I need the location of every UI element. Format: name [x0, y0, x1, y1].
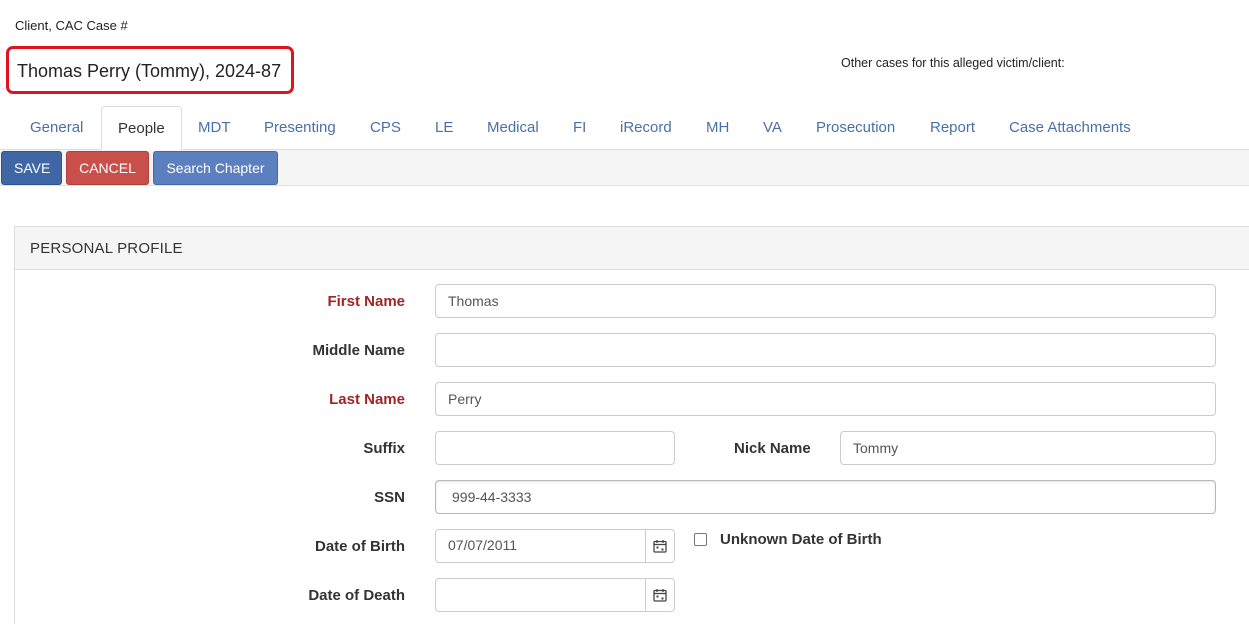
tab-presenting[interactable]: Presenting — [248, 106, 352, 150]
middle-name-field[interactable] — [435, 333, 1216, 367]
tab-people[interactable]: People — [101, 106, 182, 151]
panel-title: PERSONAL PROFILE — [30, 240, 183, 257]
tab-le[interactable]: LE — [419, 106, 469, 150]
other-cases-label: Other cases for this alleged victim/clie… — [841, 56, 1065, 70]
ssn-field[interactable]: 999-44-3333 — [435, 480, 1216, 514]
dod-picker — [435, 578, 675, 612]
panel-heading: PERSONAL PROFILE — [15, 227, 1249, 270]
tab-case-attachments[interactable]: Case Attachments — [993, 106, 1147, 150]
dod-label: Date of Death — [308, 587, 405, 604]
tab-report[interactable]: Report — [914, 106, 991, 150]
nick-name-field[interactable]: Tommy — [840, 431, 1216, 465]
suffix-field[interactable] — [435, 431, 675, 465]
action-toolbar: SAVE CANCEL Search Chapter — [0, 150, 1249, 186]
tab-irecord[interactable]: iRecord — [604, 106, 688, 150]
last-name-field[interactable]: Perry — [435, 382, 1216, 416]
case-title-highlight: Thomas Perry (Tommy), 2024-87 — [6, 46, 294, 94]
tab-mdt[interactable]: MDT — [182, 106, 247, 150]
nick-name-label: Nick Name — [734, 440, 811, 457]
tab-fi[interactable]: FI — [557, 106, 602, 150]
save-button[interactable]: SAVE — [1, 151, 62, 185]
dob-label: Date of Birth — [315, 538, 405, 555]
last-name-label: Last Name — [329, 391, 405, 408]
tab-mh[interactable]: MH — [690, 106, 745, 150]
calendar-icon — [653, 540, 667, 553]
case-title: Thomas Perry (Tommy), 2024-87 — [17, 61, 282, 81]
first-name-label: First Name — [327, 293, 405, 310]
middle-name-label: Middle Name — [312, 342, 405, 359]
suffix-label: Suffix — [363, 440, 405, 457]
calendar-icon — [653, 589, 667, 602]
tab-medical[interactable]: Medical — [471, 106, 555, 150]
search-chapter-button[interactable]: Search Chapter — [153, 151, 278, 185]
dob-input[interactable]: 07/07/2011 — [436, 530, 646, 562]
dod-calendar-button[interactable] — [646, 579, 674, 611]
cancel-button[interactable]: CANCEL — [66, 151, 149, 185]
dob-calendar-button[interactable] — [646, 530, 674, 562]
tab-va[interactable]: VA — [747, 106, 798, 150]
chapter-tabs: General People MDT Presenting CPS LE Med… — [0, 106, 1249, 151]
tab-prosecution[interactable]: Prosecution — [800, 106, 911, 150]
unknown-dob-label: Unknown Date of Birth — [720, 531, 882, 548]
case-label: Client, CAC Case # — [15, 18, 128, 33]
tab-cps[interactable]: CPS — [354, 106, 417, 150]
unknown-dob-checkbox[interactable] — [694, 533, 707, 546]
tab-general[interactable]: General — [14, 106, 99, 150]
dod-input[interactable] — [436, 579, 646, 611]
dob-picker: 07/07/2011 — [435, 529, 675, 563]
first-name-field[interactable]: Thomas — [435, 284, 1216, 318]
ssn-label: SSN — [374, 489, 405, 506]
